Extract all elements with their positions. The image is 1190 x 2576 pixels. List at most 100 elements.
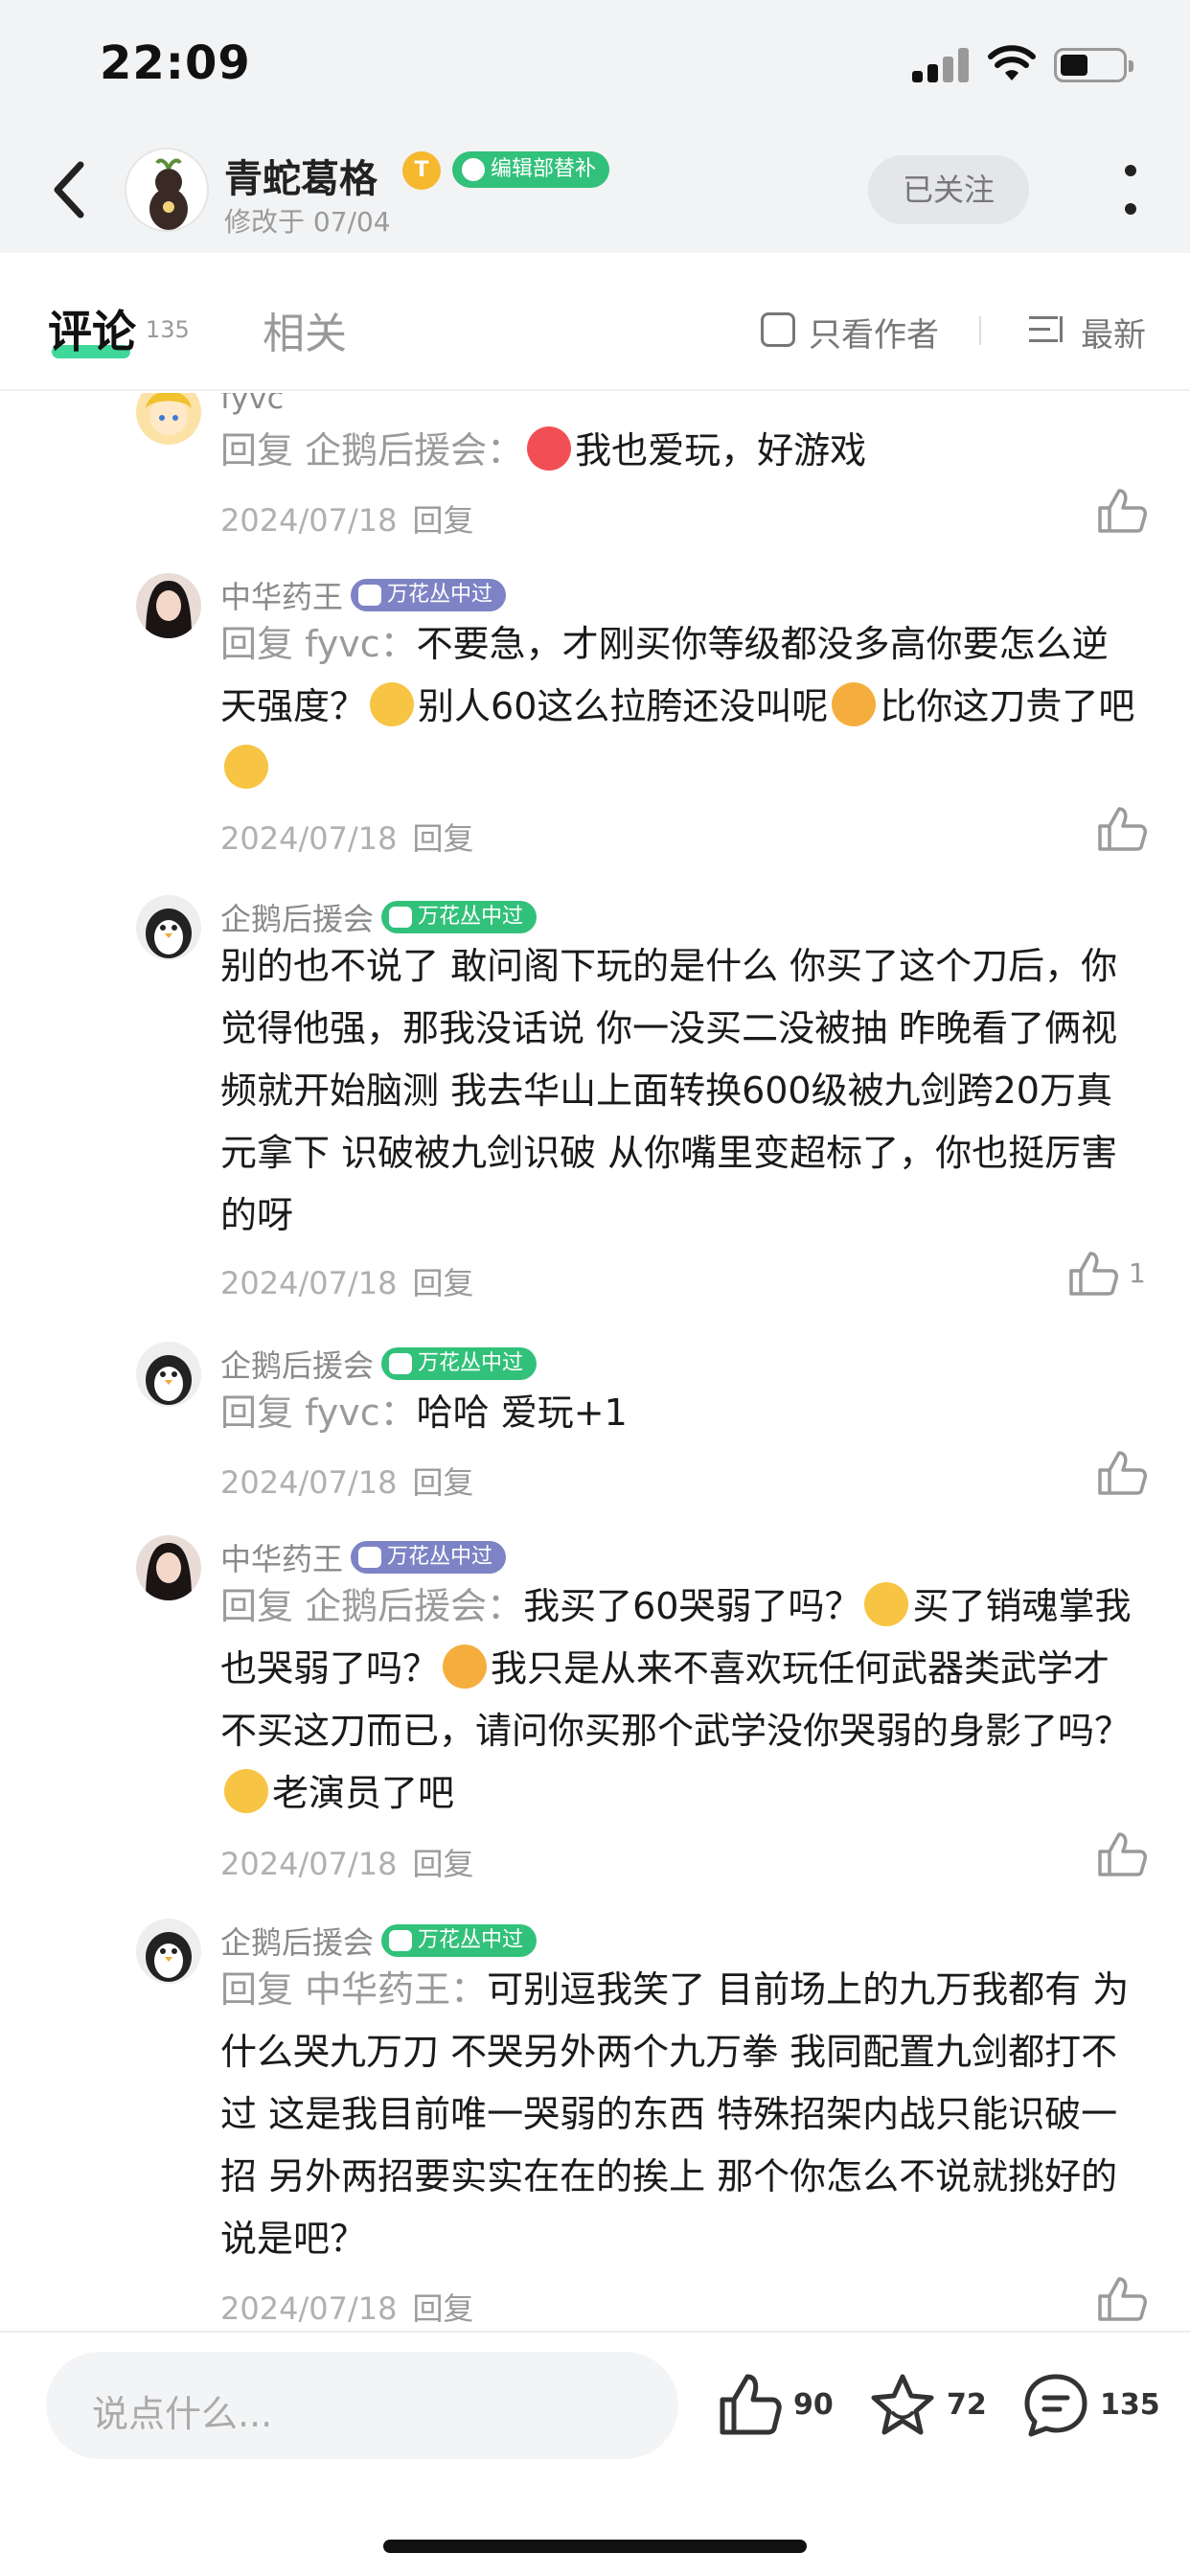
reply-button[interactable]: 回复 [412,1265,473,1301]
status-bar: 22:09 [0,0,1190,126]
author-avatar[interactable] [125,148,209,232]
avatar[interactable] [136,393,201,445]
avatar[interactable] [136,1535,201,1600]
avatar[interactable] [136,1342,201,1407]
comment-list[interactable]: fyvc 回复 企鹅后援会： 我也爱玩，好游戏 2024/07/18 回复 中华药王… [0,393,1190,2331]
smug-emoji-icon [224,745,268,789]
reply-text: 回复 企鹅后援会：我买了60哭弱了吗？ 买了销魂掌我也哭弱了吗？ 我只是从来不喜欢玩… [220,1576,1140,1825]
reply-text: 别的也不说了 敢问阁下玩的是什么 你买了这个刀后，你觉得他强，那我没话说 你一没… [220,935,1140,1247]
commenter-name[interactable]: 中华药王 [220,1541,343,1577]
reply-date: 2024/07/18 [220,1464,398,1501]
reply-text-segment: 可别逗我笑了 目前场上的九万我都有 为什么哭九万刀 不哭另外两个九万拳 我同配置… [220,1968,1130,2260]
reply-text-segment: 我买了60哭弱了吗？ [523,1585,861,1627]
comment-bubble-icon [1024,2374,1087,2437]
reply-date: 2024/07/18 [220,2290,398,2327]
comment-input[interactable]: 说点什么... [46,2352,678,2459]
reply-text-segment: 比你这刀贵了吧 [880,685,1135,727]
post-like-count: 90 [793,2388,834,2422]
more-options-icon[interactable] [1111,161,1150,218]
user-badge: 万花丛中过 [381,1347,538,1380]
reply-text-segment: 别人60这么拉胯还没叫呢 [418,685,829,727]
user-badge-label: 万花丛中过 [387,1545,493,1569]
like-icon[interactable] [1092,487,1150,535]
like-icon[interactable] [1064,1250,1121,1298]
commenter-name[interactable]: 企鹅后援会 [220,1347,374,1384]
reply-meta: 2024/07/18 回复 [220,1459,473,1503]
modified-date: 修改于 07/04 [224,206,391,238]
role-badge: 编辑部替补 [452,151,610,188]
battery-icon [1054,48,1133,82]
reply-button[interactable]: 回复 [412,1464,473,1501]
gamepad-icon [358,1547,382,1568]
tab-comments[interactable]: 评论 [48,297,136,360]
reply-to-prefix: 回复 中华药王： [220,1968,488,2011]
like-icon[interactable] [1092,805,1150,853]
post-header: 青蛇葛格 T 编辑部替补 修改于 07/04 已关注 [0,126,1190,253]
commenter-name[interactable]: 企鹅后援会 [220,1924,374,1961]
thumbs-up-icon [720,2374,782,2435]
reply-header: 中华药王 万花丛中过 [220,1535,507,1577]
commenter-name[interactable]: 企鹅后援会 [220,901,374,937]
home-indicator[interactable] [383,2540,807,2553]
reply-button[interactable]: 回复 [412,820,473,857]
commenter-name[interactable]: 中华药王 [220,579,343,615]
heart-eyes-emoji-icon [443,1644,488,1689]
laughing-emoji-icon [527,426,572,471]
reply-to-prefix: 回复 fyvc： [220,1392,417,1434]
user-badge-label: 万花丛中过 [387,583,493,607]
smug-emoji-icon [224,1769,268,1813]
divider [979,316,981,345]
reply-date: 2024/07/18 [220,820,398,857]
like-icon[interactable] [1092,1449,1150,1497]
reply-date: 2024/07/18 [220,1265,398,1301]
reply-button[interactable]: 回复 [412,502,473,539]
tab-comments-label: 评论 [48,306,136,357]
tab-related[interactable]: 相关 [263,299,347,360]
commenter-name[interactable]: fyvc [220,393,284,416]
reply-meta: 2024/07/18 回复 [220,1840,473,1884]
smug-emoji-icon [370,682,415,726]
gamepad-icon [389,1353,413,1374]
reply-text: 回复 fyvc：哈哈 爱玩+1 [220,1382,1140,1444]
sort-icon [1029,316,1063,342]
reply-date: 2024/07/18 [220,1846,398,1882]
comments-count: 135 [146,316,190,343]
back-icon[interactable] [42,155,100,224]
gamepad-icon [358,585,382,606]
top-area: 22:09 青蛇葛格 T 编辑部替补 修改于 07/04 已关注 [0,0,1190,253]
user-badge: 万花丛中过 [381,1924,538,1957]
user-badge-label: 万花丛中过 [418,1928,524,1952]
author-name[interactable]: 青蛇葛格 [224,148,378,203]
gamepad-icon [389,1930,413,1951]
post-favorite-count: 72 [947,2388,987,2422]
comment-input-placeholder: 说点什么... [92,2393,273,2435]
avatar[interactable] [136,1919,201,1984]
wifi-icon [988,45,1036,80]
only-author-label: 只看作者 [809,316,939,355]
reply-button[interactable]: 回复 [412,1846,473,1882]
reply-to-prefix: 回复 企鹅后援会： [220,429,524,472]
checkbox-icon [761,312,795,347]
like-icon[interactable] [1092,2275,1150,2323]
avatar[interactable] [136,573,201,638]
like-count: 1 [1129,1257,1146,1289]
reply-header: fyvc [220,393,284,418]
like-icon[interactable] [1092,1830,1150,1878]
role-badge-label: 编辑部替补 [491,157,597,181]
reply-header: 企鹅后援会 万花丛中过 [220,1919,538,1961]
bottom-action-bar: 说点什么... 90 72 135 [0,2331,1190,2576]
avatar[interactable] [136,895,201,960]
reply-header: 企鹅后援会 万花丛中过 [220,1342,538,1384]
reply-meta: 2024/07/18 回复 [220,2285,473,2329]
user-badge: 万花丛中过 [381,901,538,933]
thumbs-up-badge-icon [462,158,485,181]
reply-text: 回复 fyvc：不要急，才刚买你等级都没多高你要怎么逆天强度？ 别人60这么拉胯还… [220,613,1140,800]
reply-text: 回复 企鹅后援会： 我也爱玩，好游戏 [220,420,1140,482]
tab-bar: 评论 135 相关 只看作者 最新 [0,253,1190,391]
reply-text-segment: 老演员了吧 [272,1772,455,1814]
heart-eyes-emoji-icon [832,682,877,726]
reply-button[interactable]: 回复 [412,2290,473,2327]
user-badge: 万花丛中过 [351,579,507,611]
follow-button[interactable]: 已关注 [868,155,1029,224]
reply-text-segment: 我也爱玩，好游戏 [575,429,867,472]
